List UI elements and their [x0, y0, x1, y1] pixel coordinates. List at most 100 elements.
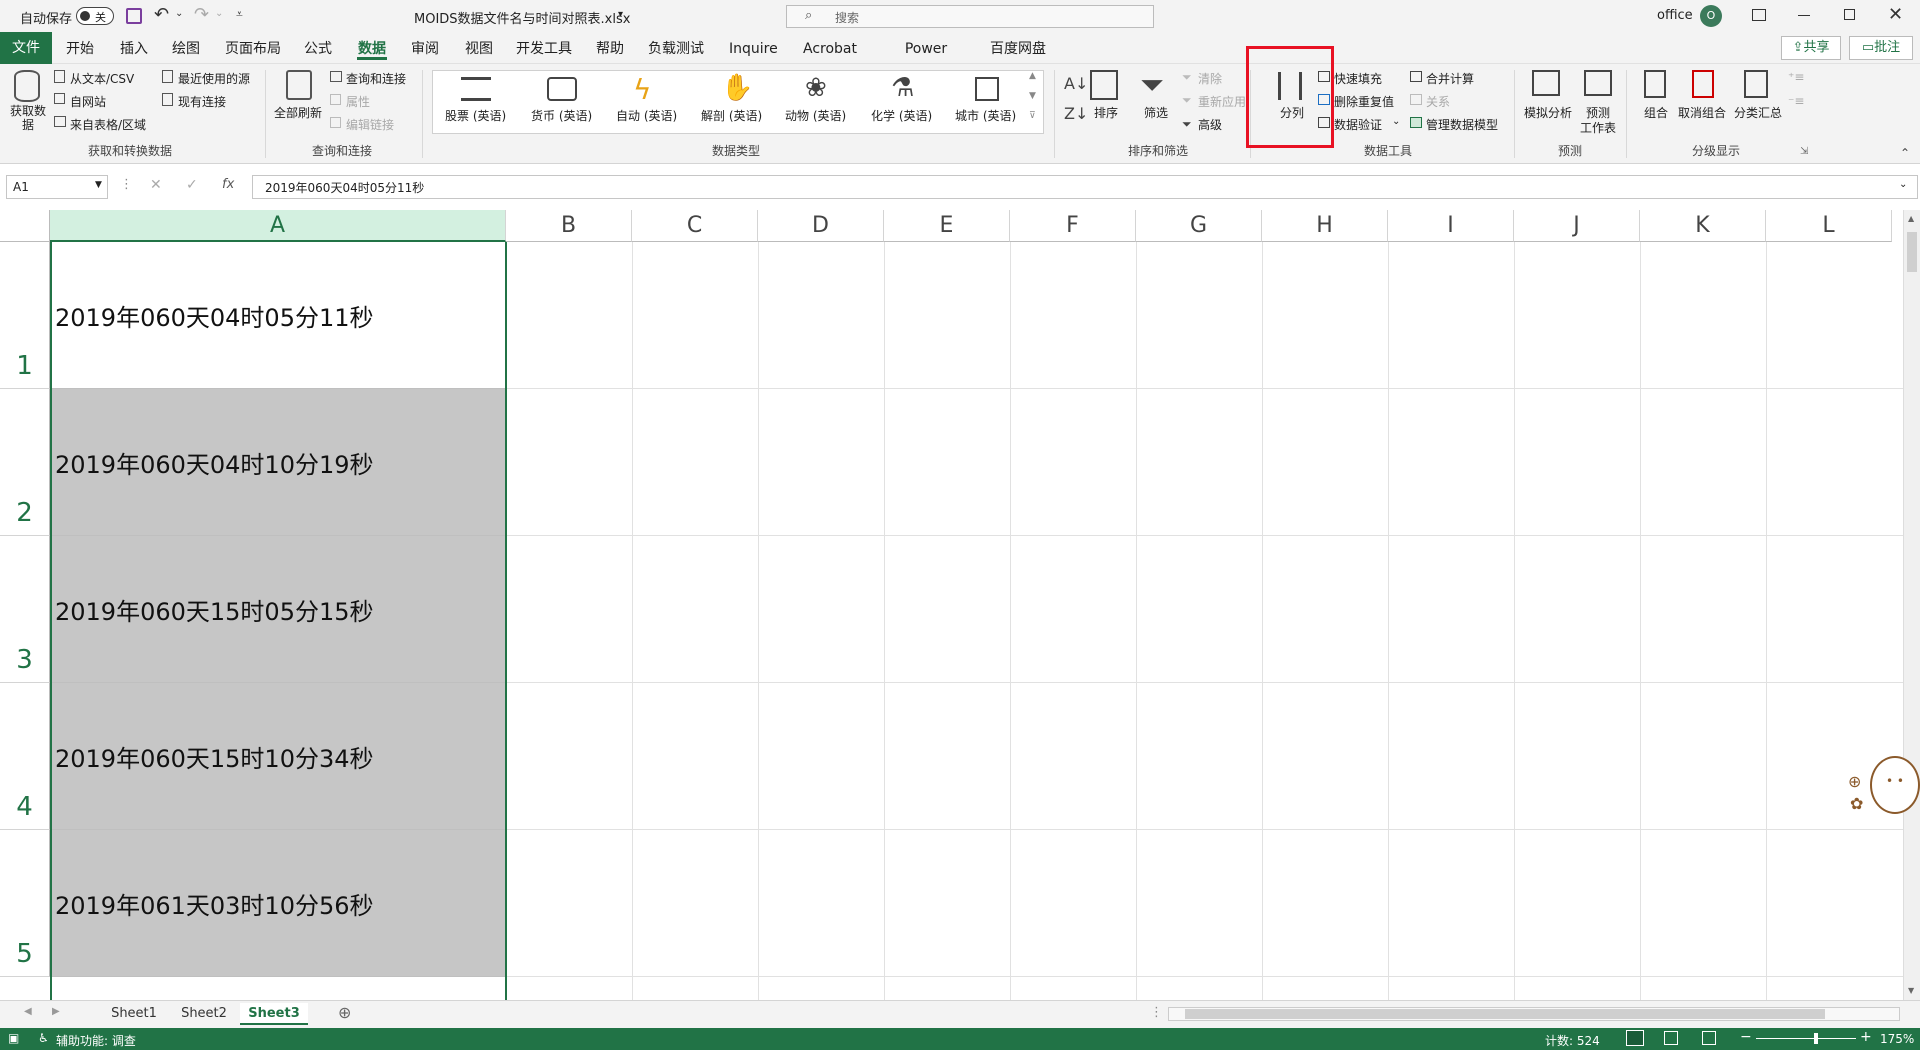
scroll-down-icon[interactable]: ▼ [1908, 986, 1914, 995]
tab-power-pivot[interactable]: Power Pivot [886, 38, 966, 79]
data-validation-dropdown-icon[interactable]: ⌄ [1392, 116, 1400, 127]
existing-connections-button[interactable]: 现有连接 [178, 93, 226, 110]
vertical-scrollbar[interactable]: ▲ ▼ [1903, 210, 1920, 1000]
select-all-corner[interactable] [0, 210, 50, 242]
add-sheet-icon[interactable]: ⊕ [338, 1003, 351, 1022]
sort-desc-icon[interactable]: Z↓ [1064, 104, 1088, 123]
row-header-2[interactable]: 2 [0, 389, 50, 536]
sheet-tab-sheet1[interactable]: Sheet1 [100, 1003, 168, 1025]
row-header-4[interactable]: 4 [0, 683, 50, 830]
clear-button[interactable]: 清除 [1198, 70, 1222, 87]
normal-view-icon[interactable] [1626, 1030, 1644, 1046]
tab-view[interactable]: 视图 [465, 38, 493, 60]
sheet-tab-sheet3[interactable]: Sheet3 [240, 1003, 308, 1025]
tab-page-layout[interactable]: 页面布局 [225, 38, 281, 60]
zoom-out-icon[interactable]: − [1740, 1029, 1752, 1045]
recent-sources-button[interactable]: 最近使用的源 [178, 70, 250, 87]
row-header-5[interactable]: 5 [0, 830, 50, 977]
column-header-g[interactable]: G [1136, 210, 1262, 242]
tab-split-icon[interactable]: ⋮ [1150, 1005, 1163, 1020]
sort-button[interactable]: 排序 [1094, 104, 1118, 121]
flash-fill-button[interactable]: 快速填充 [1334, 70, 1382, 87]
customize-toolbar-icon[interactable]: ⩡ [236, 7, 243, 22]
sort-asc-icon[interactable]: A↓ [1064, 74, 1088, 93]
gallery-up-icon[interactable]: ▲ [1029, 71, 1036, 81]
gallery-down-icon[interactable]: ▼ [1029, 91, 1036, 101]
currencies-button[interactable]: 货币 (英语) [531, 107, 592, 124]
name-box-dropdown-icon[interactable]: ▼ [95, 180, 102, 190]
zoom-slider[interactable] [1756, 1033, 1856, 1044]
zoom-in-icon[interactable]: + [1860, 1029, 1872, 1045]
tab-insert[interactable]: 插入 [120, 38, 148, 60]
worksheet-grid[interactable]: ABCDEFGHIJKL 1 2019年060天04时05分11秒 2 2019年06… [0, 210, 1905, 1000]
column-header-d[interactable]: D [758, 210, 884, 242]
subtotal-button[interactable]: 分类汇总 [1734, 104, 1782, 121]
from-table-range-button[interactable]: 来自表格/区域 [70, 116, 146, 133]
tab-data[interactable]: 数据 [357, 38, 387, 60]
remove-duplicates-button[interactable]: 删除重复值 [1334, 93, 1394, 110]
redo-icon[interactable]: ↷ [194, 4, 209, 25]
show-detail-icon[interactable]: ⁺≡ [1788, 70, 1804, 84]
column-header-e[interactable]: E [884, 210, 1010, 242]
minimize-icon[interactable] [1798, 15, 1810, 16]
avatar[interactable]: O [1700, 5, 1722, 27]
tab-file[interactable]: 文件 [0, 32, 52, 64]
anatomy-button[interactable]: 解剖 (英语) [701, 107, 762, 124]
column-header-b[interactable]: B [506, 210, 632, 242]
scroll-thumb[interactable] [1907, 232, 1917, 272]
data-validation-button[interactable]: 数据验证 [1334, 116, 1382, 133]
stocks-button[interactable]: 股票 (英语) [445, 107, 506, 124]
group-button[interactable]: 组合 [1644, 104, 1668, 121]
tab-inquire[interactable]: Inquire [729, 38, 778, 60]
tab-home[interactable]: 开始 [66, 38, 94, 60]
close-icon[interactable]: ✕ [1888, 4, 1903, 25]
tab-load-test[interactable]: 负载测试 [648, 38, 704, 60]
hscroll-thumb[interactable] [1185, 1009, 1825, 1019]
relationships-button[interactable]: 关系 [1426, 93, 1450, 110]
tab-formulas[interactable]: 公式 [304, 38, 332, 60]
column-header-i[interactable]: I [1388, 210, 1514, 242]
column-header-f[interactable]: F [1010, 210, 1136, 242]
column-header-h[interactable]: H [1262, 210, 1388, 242]
properties-button[interactable]: 属性 [346, 93, 370, 110]
zoom-slider-thumb[interactable] [1814, 1033, 1818, 1044]
animals-button[interactable]: 动物 (英语) [785, 107, 846, 124]
column-header-l[interactable]: L [1766, 210, 1892, 242]
refresh-all-button[interactable]: 全部刷新 [274, 104, 322, 121]
column-header-j[interactable]: J [1514, 210, 1640, 242]
accessibility-status[interactable]: 辅助功能: 调查 [56, 1032, 136, 1049]
sheet-tab-sheet2[interactable]: Sheet2 [170, 1003, 238, 1025]
row-header-1[interactable]: 1 [0, 242, 50, 389]
mascot-grid-icon[interactable]: ⊕ [1848, 772, 1861, 791]
insert-function-icon[interactable]: fx [222, 177, 234, 192]
undo-dropdown-icon[interactable]: ⌄ [175, 8, 183, 19]
tab-acrobat[interactable]: Acrobat [803, 38, 857, 60]
row-header-3[interactable]: 3 [0, 536, 50, 683]
column-header-c[interactable]: C [632, 210, 758, 242]
collapse-ribbon-icon[interactable]: ⌃ [1900, 146, 1910, 160]
cancel-icon[interactable]: ✕ [150, 177, 162, 193]
undo-icon[interactable]: ↶ [154, 4, 169, 25]
column-header-a[interactable]: A [50, 210, 506, 242]
next-sheet-icon[interactable]: ▶ [52, 1006, 60, 1017]
page-break-view-icon[interactable] [1702, 1031, 1716, 1045]
redo-dropdown-icon[interactable]: ⌄ [215, 8, 223, 19]
zoom-level[interactable]: 175% [1880, 1032, 1914, 1046]
dialog-launcher-icon[interactable]: ⇲ [1800, 146, 1808, 157]
name-box[interactable]: A1 ▼ [6, 175, 108, 199]
page-layout-view-icon[interactable] [1664, 1031, 1678, 1045]
tab-review[interactable]: 审阅 [411, 38, 439, 60]
macro-record-icon[interactable]: ▣ [8, 1031, 19, 1045]
gallery-more-icon[interactable]: ⊽ [1029, 111, 1036, 121]
horizontal-scrollbar[interactable] [1168, 1007, 1900, 1021]
ribbon-display-icon[interactable] [1752, 9, 1766, 21]
more-options-icon[interactable]: ⋮ [120, 177, 133, 192]
advanced-button[interactable]: 高级 [1198, 116, 1222, 133]
what-if-button[interactable]: 模拟分析 [1524, 104, 1572, 121]
tab-baidu-netdisk[interactable]: 百度网盘 [990, 38, 1046, 60]
automatic-button[interactable]: 自动 (英语) [616, 107, 677, 124]
tab-draw[interactable]: 绘图 [172, 38, 200, 60]
scroll-up-icon[interactable]: ▲ [1908, 214, 1914, 223]
save-icon[interactable] [126, 8, 142, 24]
queries-connections-button[interactable]: 查询和连接 [346, 70, 406, 87]
